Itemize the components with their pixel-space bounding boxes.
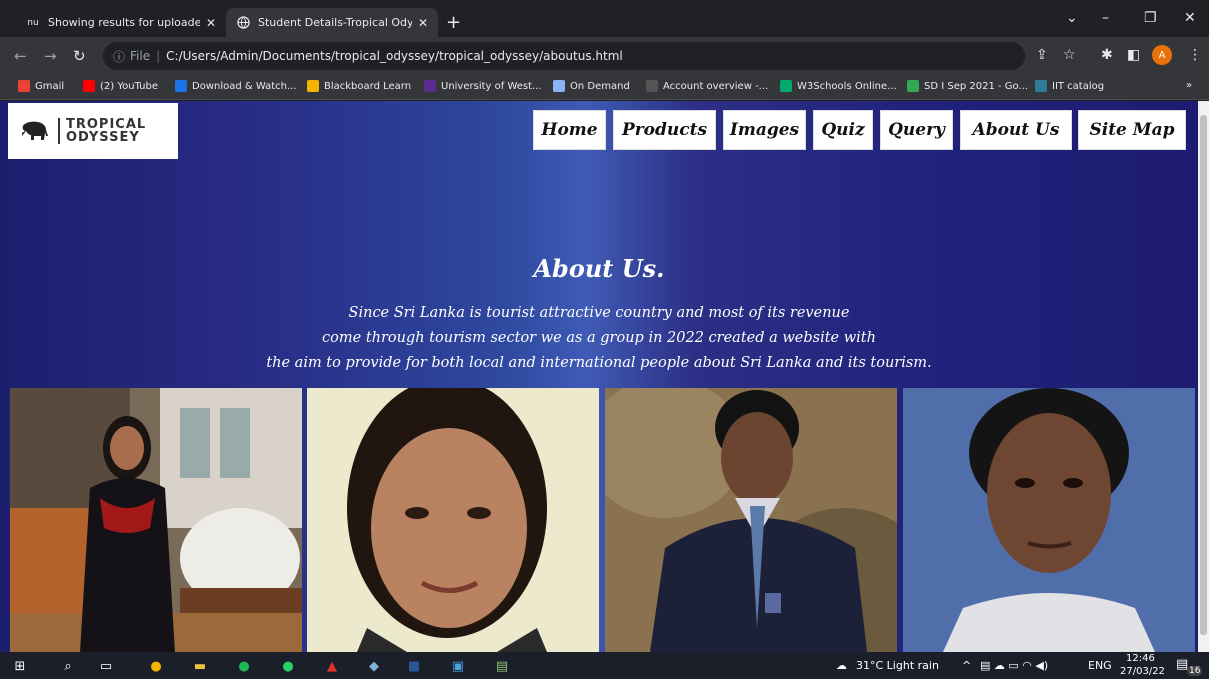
task-view-icon[interactable]: ▭ [96,656,116,676]
scrollbar-thumb[interactable] [1200,115,1207,635]
spotify-icon[interactable]: ● [234,656,254,676]
nav-about-us[interactable]: About Us [960,110,1072,150]
tab-search-icon[interactable]: ⌄ [1066,10,1078,26]
info-icon[interactable]: ⓘ [113,48,125,65]
tab-strip: nu Showing results for uploaded file ✕ S… [0,0,1209,37]
tab-student-details[interactable]: Student Details-Tropical Odyssey ✕ [226,8,438,37]
url-text: C:/Users/Admin/Documents/tropical_odysse… [166,49,623,63]
blackboard-icon [307,80,319,92]
chrome-icon[interactable]: ● [146,656,166,676]
university-icon [424,80,436,92]
w3schools-icon [780,80,792,92]
reload-icon[interactable]: ↻ [73,47,86,65]
side-panel-icon[interactable]: ◧ [1127,47,1140,63]
bookmark-youtube[interactable]: (2) YouTube [83,80,158,92]
photos-icon[interactable]: ▣ [448,656,468,676]
on-demand-icon [553,80,565,92]
system-tray-icons[interactable]: ▤ ☁ ▭ ◠ ◀) [980,659,1048,672]
scheme-label: File [130,49,151,63]
bookmark-iit-catalog[interactable]: IIT catalog [1035,80,1104,92]
weather-icon: ☁ [836,659,847,672]
globe-icon [236,16,250,30]
address-bar[interactable]: ⓘ File | C:/Users/Admin/Documents/tropic… [103,42,1025,70]
bookmark-star-icon[interactable]: ☆ [1063,47,1076,63]
elephant-icon [22,121,48,140]
close-window-icon[interactable]: ✕ [1184,10,1196,26]
nu-favicon-icon: nu [27,17,39,28]
app-icon[interactable]: ◆ [364,656,384,676]
team-member-photo-2 [307,388,599,652]
word-icon[interactable]: ■ [404,656,424,676]
minimize-icon[interactable]: – [1102,10,1109,26]
tab-title: Student Details-Tropical Odyssey [258,16,412,29]
tray-overflow-icon[interactable]: ^ [962,659,971,672]
bookmark-on-demand[interactable]: On Demand [553,80,630,92]
logo-text: TROPICAL ODYSSEY [58,118,146,144]
notepad-icon[interactable]: ▤ [492,656,512,676]
divider: | [156,49,161,63]
extensions-icon[interactable]: ✱ [1101,47,1113,63]
team-member-photo-3 [605,388,897,652]
notification-count: 16 [1187,666,1203,676]
windows-start-icon[interactable]: ⊞ [10,656,30,676]
restore-icon[interactable]: ❐ [1144,10,1157,26]
nav-products[interactable]: Products [613,110,716,150]
gmail-icon [18,80,30,92]
nav-home[interactable]: Home [533,110,606,150]
nav-query[interactable]: Query [880,110,953,150]
catalog-icon [1035,80,1047,92]
back-icon[interactable]: ← [14,47,27,65]
drive-icon [907,80,919,92]
about-us-page: TROPICAL ODYSSEY Home Products Images Qu… [0,101,1198,652]
bookmark-account[interactable]: Account overview -... [646,80,768,92]
page-scrollbar[interactable] [1198,101,1209,652]
search-icon[interactable]: ⌕ [58,656,78,676]
clock-time[interactable]: 12:46 [1126,653,1155,664]
share-icon[interactable]: ⇪ [1036,47,1048,63]
tab-uploaded-file[interactable]: nu Showing results for uploaded file ✕ [16,8,226,37]
nav-quiz[interactable]: Quiz [813,110,873,150]
team-member-photo-4 [903,388,1195,652]
new-tab-icon[interactable]: + [446,12,461,33]
page-title: About Us. [533,254,665,283]
download-icon [175,80,187,92]
browser-toolbar: ← → ↻ ⓘ File | C:/Users/Admin/Documents/… [0,37,1209,75]
site-logo[interactable]: TROPICAL ODYSSEY [8,103,178,159]
nav-images[interactable]: Images [723,110,806,150]
bookmark-w3schools[interactable]: W3Schools Online... [780,80,897,92]
about-description: Since Sri Lanka is tourist attractive co… [266,305,932,371]
close-tab-icon[interactable]: ✕ [418,16,428,30]
acrobat-icon[interactable]: ▲ [322,656,342,676]
youtube-icon [83,80,95,92]
windows-taskbar: ⊞ ⌕ ▭ ● ▬ ● ● ▲ ◆ ■ ▣ ▤ ☁ 31°C Light rai… [0,652,1209,679]
bookmark-gmail[interactable]: Gmail [18,80,64,92]
team-member-photo-1 [10,388,302,652]
nav-site-map[interactable]: Site Map [1078,110,1186,150]
language-indicator[interactable]: ENG [1088,659,1112,672]
close-tab-icon[interactable]: ✕ [206,16,216,30]
clock-date[interactable]: 27/03/22 [1120,666,1165,677]
bookmark-download[interactable]: Download & Watch... [175,80,297,92]
bookmark-university[interactable]: University of West... [424,80,542,92]
file-explorer-icon[interactable]: ▬ [190,656,210,676]
menu-icon[interactable]: ⋮ [1188,47,1202,63]
whatsapp-icon[interactable]: ● [278,656,298,676]
more-bookmarks-icon[interactable]: » [1186,80,1192,91]
forward-icon[interactable]: → [44,47,57,65]
weather-text[interactable]: 31°C Light rain [856,659,939,672]
bookmark-sd-drive[interactable]: SD I Sep 2021 - Go... [907,80,1028,92]
bookmark-blackboard[interactable]: Blackboard Learn [307,80,411,92]
account-icon [646,80,658,92]
tab-title: Showing results for uploaded file [48,16,200,29]
bookmarks-bar: Gmail (2) YouTube Download & Watch... Bl… [0,75,1209,100]
profile-avatar[interactable]: A [1152,45,1172,65]
